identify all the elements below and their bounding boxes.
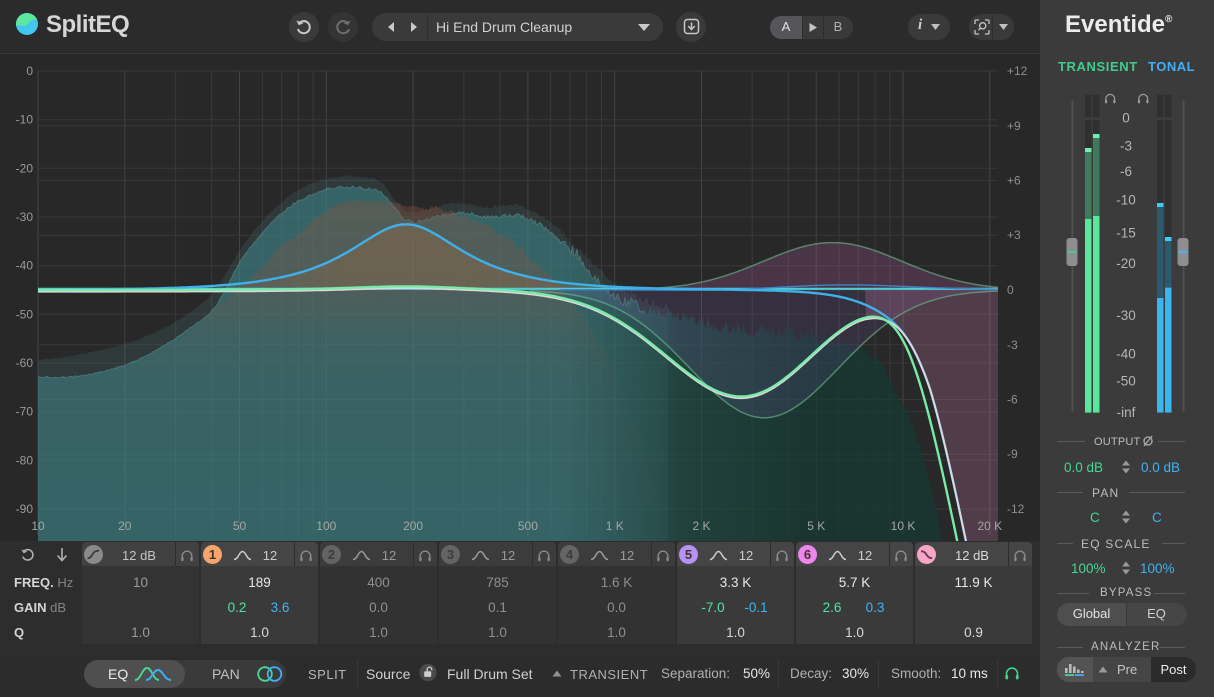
svg-text:-9: -9: [1007, 447, 1018, 461]
svg-text:-6: -6: [1007, 393, 1018, 407]
svg-text:-60: -60: [16, 356, 34, 370]
svg-text:-40: -40: [16, 259, 34, 273]
svg-text:-10: -10: [16, 113, 34, 127]
svg-text:-inf: -inf: [1117, 405, 1136, 420]
svg-text:-80: -80: [16, 453, 34, 467]
svg-text:+12: +12: [1007, 64, 1028, 78]
svg-text:0: 0: [1007, 283, 1014, 297]
svg-text:100: 100: [316, 519, 336, 533]
svg-text:0: 0: [26, 64, 33, 78]
svg-text:200: 200: [403, 519, 423, 533]
svg-text:5 K: 5 K: [807, 519, 825, 533]
svg-text:+9: +9: [1007, 119, 1021, 133]
svg-text:-3: -3: [1120, 139, 1132, 154]
svg-text:1 K: 1 K: [606, 519, 624, 533]
svg-text:50: 50: [233, 519, 247, 533]
svg-text:-15: -15: [1116, 226, 1136, 241]
svg-text:-30: -30: [1116, 308, 1136, 323]
svg-text:500: 500: [518, 519, 538, 533]
svg-text:-10: -10: [1116, 193, 1136, 208]
svg-text:-40: -40: [1116, 347, 1136, 362]
svg-text:10 K: 10 K: [891, 519, 916, 533]
svg-text:2 K: 2 K: [692, 519, 710, 533]
svg-text:-20: -20: [1116, 256, 1136, 271]
svg-text:-30: -30: [16, 210, 34, 224]
svg-text:-50: -50: [1116, 374, 1136, 389]
svg-text:-20: -20: [16, 161, 34, 175]
svg-text:10: 10: [31, 519, 45, 533]
svg-text:-90: -90: [16, 502, 34, 516]
svg-text:+6: +6: [1007, 174, 1021, 188]
svg-text:-12: -12: [1007, 502, 1025, 516]
svg-text:+3: +3: [1007, 228, 1021, 242]
svg-text:-70: -70: [16, 405, 34, 419]
svg-text:20: 20: [118, 519, 132, 533]
svg-text:-50: -50: [16, 307, 34, 321]
svg-text:-6: -6: [1120, 164, 1132, 179]
svg-text:0: 0: [1122, 111, 1130, 126]
svg-text:-3: -3: [1007, 338, 1018, 352]
svg-text:20 K: 20 K: [977, 519, 1002, 533]
